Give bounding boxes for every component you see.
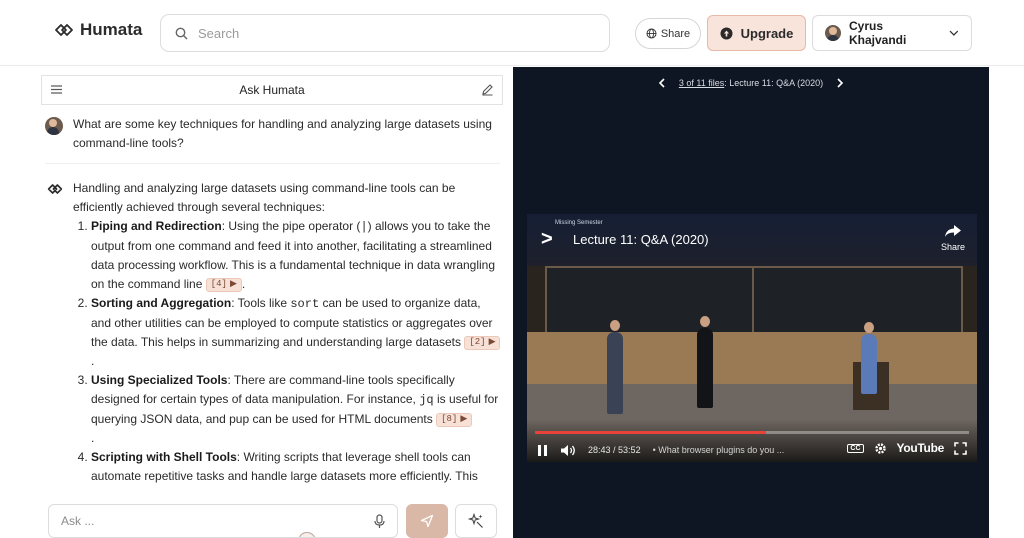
citation-label: [8]	[441, 414, 458, 425]
ask-input-box[interactable]	[48, 504, 398, 538]
chevron-down-icon	[949, 30, 959, 36]
channel-name[interactable]: Missing Semester	[555, 220, 603, 226]
item-text: can be used for HTML documents	[249, 412, 433, 426]
play-icon: ▶	[460, 414, 468, 425]
app-logo[interactable]: Humata	[54, 20, 142, 40]
list-item: Scripting with Shell Tools: Writing scri…	[91, 448, 503, 486]
search-input[interactable]	[198, 25, 578, 41]
file-label: 3 of 11 files: Lecture 11: Q&A (2020)	[679, 78, 823, 88]
item-text: : Tools like	[231, 296, 291, 310]
answer-list: Piping and Redirection: Using the pipe o…	[73, 217, 503, 486]
upgrade-button[interactable]: Upgrade	[707, 15, 806, 51]
play-icon: ▶	[488, 337, 496, 348]
share-label: Share	[660, 27, 691, 40]
app-name: Humata	[80, 20, 143, 39]
chevron-left-icon[interactable]	[658, 78, 665, 88]
time-display: 28:43 / 53:52	[588, 445, 641, 455]
menu-icon[interactable]	[50, 83, 63, 96]
microphone-icon[interactable]	[374, 514, 385, 529]
upgrade-label: Upgrade	[740, 25, 794, 41]
document-viewer: 3 of 11 files: Lecture 11: Q&A (2020) > …	[513, 67, 989, 538]
fullscreen-icon[interactable]	[954, 441, 967, 455]
citation-label: [4]	[210, 279, 227, 290]
user-menu[interactable]: Cyrus Khajvandi	[812, 15, 972, 51]
suggestions-button[interactable]	[455, 504, 497, 538]
ask-input[interactable]	[61, 514, 361, 528]
file-title: : Lecture 11: Q&A (2020)	[724, 78, 824, 88]
question-avatar	[45, 117, 63, 135]
video-frame-blackboard	[545, 266, 963, 338]
video-frame-person	[697, 316, 713, 408]
video-share-button[interactable]: Share	[941, 224, 965, 252]
question-text: What are some key techniques for handlin…	[73, 117, 492, 150]
captions-button[interactable]: CC	[847, 443, 864, 453]
answer-intro: Handling and analyzing large datasets us…	[73, 181, 456, 214]
inline-code: pup	[229, 412, 250, 426]
time-current: 28:43	[588, 445, 611, 455]
chat-panel: Ask Humata What are some key techniques …	[35, 67, 513, 538]
chat-title: Ask Humata	[239, 83, 305, 97]
list-item: Using Specialized Tools: There are comma…	[91, 371, 503, 448]
user-avatar	[825, 25, 841, 41]
share-button[interactable]: Share	[635, 18, 701, 49]
edit-icon[interactable]	[481, 83, 494, 96]
humata-answer-icon	[47, 184, 63, 194]
item-text: : Using the pipe operator (	[221, 219, 361, 233]
item-heading: Sorting and Aggregation	[91, 296, 232, 310]
video-controls: 28:43 / 53:52 • What browser plugins do …	[527, 419, 977, 462]
item-heading: Using Specialized Tools	[91, 373, 228, 387]
video-share-label: Share	[940, 242, 965, 252]
send-icon	[420, 514, 434, 528]
time-total: 53:52	[618, 445, 641, 455]
list-item: Sorting and Aggregation: Tools like sort…	[91, 294, 503, 371]
file-navigation: 3 of 11 files: Lecture 11: Q&A (2020)	[513, 73, 989, 93]
youtube-logo[interactable]: YouTube	[897, 441, 945, 455]
settings-gear-icon[interactable]	[874, 442, 887, 455]
video-frame-person	[861, 322, 877, 394]
citation-chip[interactable]: [4] ▶	[205, 277, 242, 292]
citation-chip[interactable]: [8] ▶	[436, 412, 473, 427]
answer-body: Handling and analyzing large datasets us…	[73, 179, 503, 486]
volume-icon[interactable]	[560, 444, 576, 457]
user-name: Cyrus Khajvandi	[849, 19, 907, 47]
share-arrow-icon	[944, 225, 961, 237]
item-heading: Scripting with Shell Tools	[91, 450, 237, 464]
list-item: Piping and Redirection: Using the pipe o…	[91, 217, 503, 294]
progress-fill	[535, 431, 767, 434]
sparkle-icon	[468, 513, 483, 528]
video-player[interactable]: > Missing Semester Lecture 11: Q&A (2020…	[527, 214, 977, 462]
video-title[interactable]: Lecture 11: Q&A (2020)	[573, 232, 709, 247]
chat-header: Ask Humata	[41, 75, 503, 105]
search-bar[interactable]	[160, 14, 610, 52]
inline-code: |	[360, 220, 368, 234]
globe-icon	[646, 28, 657, 39]
progress-bar[interactable]	[535, 431, 969, 434]
chapter-title[interactable]: • What browser plugins do you ...	[653, 445, 785, 455]
pause-icon[interactable]	[537, 444, 548, 457]
play-icon: ▶	[229, 279, 237, 290]
chevron-right-icon[interactable]	[837, 78, 844, 88]
video-frame-person	[607, 320, 623, 414]
channel-logo-icon[interactable]: >	[541, 228, 553, 251]
top-bar: Humata Share Upgrade Cyrus Khajvandi	[0, 0, 1024, 66]
inline-code: jq	[419, 393, 434, 407]
upgrade-icon	[720, 27, 733, 39]
item-heading: Piping and Redirection	[91, 219, 222, 233]
file-position-link[interactable]: 3 of 11 files	[679, 78, 724, 88]
controls-right: CC YouTube	[847, 441, 967, 455]
citation-chip[interactable]: [2] ▶	[464, 335, 501, 350]
search-icon	[175, 27, 188, 39]
inline-code: sort	[290, 297, 320, 311]
citation-label: [2]	[469, 337, 486, 348]
humata-logo-icon	[55, 24, 73, 36]
video-frame-wall	[527, 332, 977, 392]
message-divider	[45, 163, 500, 164]
send-button[interactable]	[406, 504, 448, 538]
